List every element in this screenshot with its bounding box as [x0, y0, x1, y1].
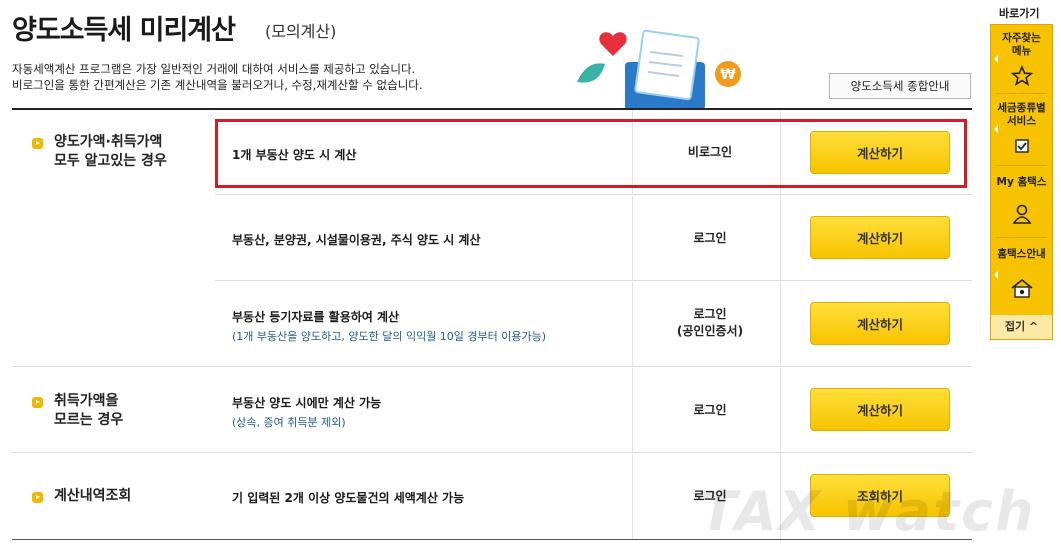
row-divider	[12, 452, 972, 453]
column-divider	[632, 368, 633, 453]
tax-illustration: ₩	[577, 29, 741, 110]
description-line-1: 자동세액계산 프로그램은 가장 일반적인 거래에 대하여 서비스를 제공하고 있…	[12, 62, 416, 76]
home-guide-icon[interactable]	[1009, 277, 1035, 299]
watermark: TAX watch	[700, 480, 1036, 543]
arrow-left-icon	[994, 271, 998, 279]
bullet-icon	[32, 397, 43, 408]
quick-menu-item-hometax-guide[interactable]: 홈택스안내	[991, 248, 1052, 261]
fold-button[interactable]: 접기 ^	[991, 315, 1052, 339]
row-3-title: 부동산 등기자료를 활용하여 계산	[232, 310, 400, 324]
guide-button[interactable]: 양도소득세 종합안내	[829, 73, 971, 99]
page-subtitle: (모의계산)	[265, 22, 337, 41]
quick-menu-divider	[996, 237, 1047, 238]
row-3-calc-button[interactable]: 계산하기	[810, 302, 950, 345]
column-divider	[632, 282, 633, 367]
checkbox-icon[interactable]	[1011, 135, 1033, 157]
row-divider	[12, 366, 972, 367]
row-3-note: (1개 부동산을 양도하고, 양도한 달의 익익월 10일 경부터 이용가능)	[232, 330, 547, 343]
category-history: 계산내역조회	[32, 487, 224, 506]
bullet-icon	[32, 138, 43, 149]
quick-menu-item-my-hometax[interactable]: My 홈택스	[991, 176, 1052, 189]
row-4-title: 부동산 양도 시에만 계산 가능	[232, 396, 382, 410]
quick-menu-item-favorites[interactable]: 자주찾는 메뉴	[991, 32, 1052, 58]
row-5-title: 기 입력된 2개 이상 양도물건의 세액계산 가능	[232, 491, 465, 505]
column-divider	[632, 454, 633, 539]
description-line-2: 비로그인을 통한 간편계산은 기존 계산내역을 불러오거나, 수정,재계산할 수…	[12, 78, 423, 92]
column-divider	[780, 196, 781, 281]
category-unknown-price: 취득가액을 모르는 경우	[32, 392, 224, 430]
svg-text:₩: ₩	[720, 67, 736, 83]
bullet-icon	[32, 492, 43, 503]
row-3-auth: 로그인 (공인인증서)	[676, 307, 744, 338]
column-divider	[780, 282, 781, 367]
row-4-note: (상속, 증여 취득분 제외)	[232, 416, 346, 429]
quick-menu-divider	[996, 93, 1047, 94]
category-label: 취득가액을 모르는 경우	[54, 393, 124, 428]
quick-menu-item-tax-services[interactable]: 세금종류별 서비스	[991, 102, 1052, 128]
star-icon[interactable]	[1011, 65, 1033, 87]
row-4-calc-button[interactable]: 계산하기	[810, 388, 950, 431]
category-label: 계산내역조회	[54, 488, 132, 504]
row-4-auth: 로그인	[693, 403, 727, 417]
category-known-price: 양도가액·취득가액 모두 알고있는 경우	[32, 133, 224, 171]
column-divider	[632, 196, 633, 281]
quick-menu: 자주찾는 메뉴 세금종류별 서비스 My 홈택스 홈택스안내 접기 ^	[990, 24, 1053, 340]
quick-menu-divider	[996, 165, 1047, 166]
user-icon[interactable]	[1011, 203, 1033, 225]
highlight-box	[215, 119, 967, 188]
row-divider	[215, 280, 972, 281]
row-2-auth: 로그인	[693, 231, 727, 245]
row-2-title: 부동산, 분양권, 시설물이용권, 주식 양도 시 계산	[232, 233, 481, 247]
column-divider	[780, 368, 781, 453]
category-label: 양도가액·취득가액 모두 알고있는 경우	[54, 134, 167, 169]
quick-menu-heading: 바로가기	[999, 7, 1040, 20]
row-divider	[215, 194, 972, 195]
page-title: 양도소득세 미리계산	[12, 15, 236, 46]
table-top-rule	[12, 108, 972, 110]
row-2-calc-button[interactable]: 계산하기	[810, 216, 950, 259]
